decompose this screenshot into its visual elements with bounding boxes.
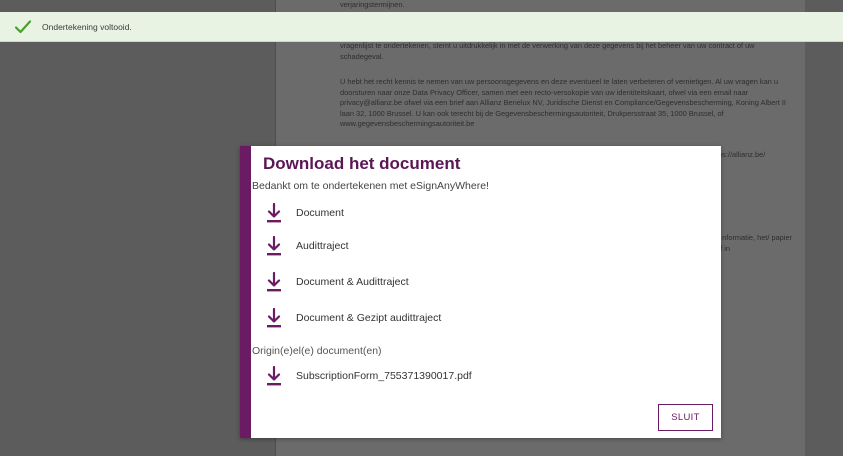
download-label: SubscriptionForm_755371390017.pdf: [296, 370, 472, 382]
download-dialog: Download het document Bedankt om te onde…: [240, 146, 721, 438]
document-paragraph: s: [716, 197, 800, 208]
originals-section-label: Origin(e)el(e) document(en): [252, 345, 382, 357]
download-label: Document: [296, 207, 344, 219]
download-document-link[interactable]: Document: [266, 201, 344, 225]
background-left-panel: [0, 0, 275, 456]
download-icon: [266, 235, 282, 256]
download-original-document-link[interactable]: SubscriptionForm_755371390017.pdf: [266, 364, 472, 388]
download-icon: [266, 307, 282, 328]
download-label: Audittraject: [296, 240, 349, 252]
download-label: Document & Audittraject: [296, 276, 409, 288]
background-right-panel: [805, 0, 843, 456]
document-paragraph: tps://allianz.be/: [716, 150, 766, 159]
document-paragraph: vragenlijst te ondertekenen, stemt u uit…: [340, 41, 755, 61]
download-audittrail-link[interactable]: Audittraject: [266, 234, 349, 258]
download-icon: [266, 271, 282, 292]
download-document-and-zipped-audittrail-link[interactable]: Document & Gezipt audittraject: [266, 306, 441, 330]
download-document-and-audittrail-link[interactable]: Document & Audittraject: [266, 270, 409, 294]
dialog-accent-bar: [240, 146, 251, 438]
download-icon: [266, 202, 282, 223]
download-label: Document & Gezipt audittraject: [296, 312, 442, 324]
close-button[interactable]: SLUIT: [658, 404, 713, 431]
dialog-subtitle: Bedankt om te ondertekenen met eSignAnyW…: [252, 180, 489, 192]
document-paragraph: verjaringstermijnen.: [340, 0, 405, 9]
check-icon: [12, 16, 34, 38]
toast-message: Ondertekening voltooid.: [42, 21, 132, 32]
document-paragraph: e nformatie, het/ papier of in: [716, 233, 793, 253]
success-toast: Ondertekening voltooid.: [0, 12, 843, 42]
dialog-title: Download het document: [263, 154, 461, 173]
download-icon: [266, 365, 282, 386]
document-paragraph: U hebt het recht kennis te nemen van uw …: [340, 77, 786, 129]
